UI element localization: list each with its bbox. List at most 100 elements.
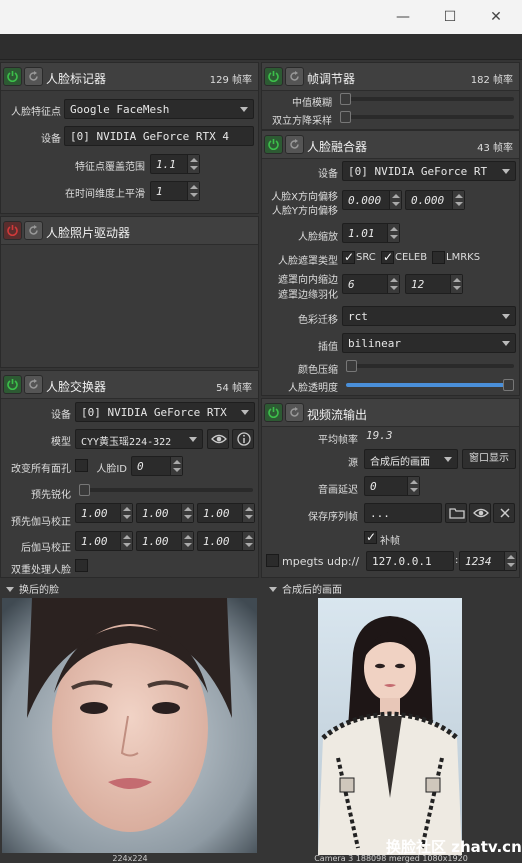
- pre-gamma-g-spinbox[interactable]: 1.00: [136, 503, 194, 523]
- swapped-face-header[interactable]: 换后的脸: [0, 581, 59, 599]
- minimize-button[interactable]: —: [395, 9, 411, 25]
- mask-src-checkbox[interactable]: [342, 250, 355, 264]
- two-pass-checkbox[interactable]: [75, 559, 88, 572]
- panel-title: 人脸标记器: [46, 72, 107, 86]
- mpegts-label: mpegts udp://: [282, 555, 360, 568]
- spin-arrows-icon[interactable]: [242, 532, 254, 550]
- offset-x-spinbox[interactable]: 0.000: [342, 190, 402, 210]
- view-model-button[interactable]: [207, 429, 229, 449]
- slider-handle[interactable]: [340, 93, 351, 105]
- pre-gamma-g-value: 1.00: [142, 507, 169, 520]
- browse-folder-button[interactable]: [445, 503, 467, 523]
- mpegts-checkbox[interactable]: [266, 554, 279, 567]
- spin-arrows-icon[interactable]: [187, 182, 199, 200]
- post-gamma-g-spinbox[interactable]: 1.00: [136, 531, 194, 551]
- model-info-button[interactable]: [232, 429, 254, 449]
- pre-gamma-r-spinbox[interactable]: 1.00: [75, 503, 133, 523]
- panel-header: 人脸照片驱动器: [1, 217, 258, 245]
- address-value: 127.0.0.1: [372, 555, 432, 568]
- fill-frames-checkbox[interactable]: [364, 530, 377, 544]
- median-blur-label: 中值模糊: [292, 98, 332, 109]
- post-gamma-b-spinbox[interactable]: 1.00: [197, 531, 255, 551]
- slider-handle[interactable]: [346, 360, 357, 372]
- interpolation-select[interactable]: bilinear: [342, 333, 516, 353]
- slider-handle[interactable]: [79, 484, 90, 496]
- mask-celeb-checkbox[interactable]: [381, 250, 394, 264]
- presharpen-slider[interactable]: [79, 484, 253, 496]
- folder-icon: [449, 508, 465, 519]
- mask-erode-spinbox[interactable]: 6: [342, 274, 400, 294]
- show-window-button[interactable]: 窗口显示: [462, 449, 516, 469]
- power-button[interactable]: [264, 135, 283, 154]
- device-select[interactable]: [0] NVIDIA GeForce RTX: [75, 402, 255, 422]
- reset-button[interactable]: [24, 67, 43, 86]
- audio-delay-spinbox[interactable]: 0: [364, 476, 420, 496]
- spin-arrows-icon[interactable]: [450, 275, 462, 293]
- bilateral-slider[interactable]: [340, 111, 514, 123]
- interpolation-value: bilinear: [348, 337, 401, 350]
- maximize-button[interactable]: ☐: [442, 9, 458, 25]
- power-button[interactable]: [3, 221, 22, 240]
- spin-arrows-icon[interactable]: [387, 224, 399, 242]
- mask-lmrks-checkbox[interactable]: [432, 251, 445, 264]
- slider-handle[interactable]: [503, 379, 514, 391]
- spin-arrows-icon[interactable]: [504, 552, 516, 570]
- clear-path-button[interactable]: [493, 503, 515, 523]
- fps-readout: 54 帧率: [216, 383, 252, 394]
- power-button[interactable]: [3, 375, 22, 394]
- window-titlebar: — ☐ ✕: [0, 0, 522, 34]
- face-opacity-slider[interactable]: [346, 379, 514, 391]
- device-select[interactable]: [0] NVIDIA GeForce RT: [342, 161, 516, 181]
- spin-arrows-icon[interactable]: [187, 155, 199, 173]
- address-input[interactable]: 127.0.0.1: [366, 551, 454, 571]
- face-opacity-label: 人脸透明度: [288, 383, 338, 394]
- reset-button[interactable]: [285, 403, 304, 422]
- smooth-spinbox[interactable]: 1: [150, 181, 200, 201]
- spin-arrows-icon[interactable]: [120, 504, 132, 522]
- merged-frame-header[interactable]: 合成后的画面: [263, 581, 342, 599]
- landmarks-select[interactable]: Google FaceMesh: [64, 99, 254, 119]
- spin-arrows-icon[interactable]: [387, 275, 399, 293]
- pre-gamma-label: 预先伽马校正: [11, 517, 71, 528]
- power-button[interactable]: [264, 403, 283, 422]
- coverage-spinbox[interactable]: 1.1: [150, 154, 200, 174]
- reset-button[interactable]: [285, 135, 304, 154]
- reset-button[interactable]: [24, 375, 43, 394]
- source-select[interactable]: 合成后的画面: [364, 449, 458, 469]
- close-button[interactable]: ✕: [488, 9, 504, 25]
- interpolation-label: 插值: [318, 342, 338, 353]
- model-select[interactable]: CYY黄玉瑶224-322: [75, 429, 203, 449]
- swap-all-checkbox[interactable]: [75, 459, 88, 472]
- color-transfer-select[interactable]: rct: [342, 306, 516, 326]
- device-select[interactable]: [0] NVIDIA GeForce RTX 4: [64, 126, 254, 146]
- reset-button[interactable]: [285, 67, 304, 86]
- offset-y-spinbox[interactable]: 0.000: [405, 190, 465, 210]
- save-sequence-path[interactable]: ...: [364, 503, 442, 523]
- median-blur-slider[interactable]: [340, 93, 514, 105]
- face-id-spinbox[interactable]: 0: [131, 456, 183, 476]
- avg-fps-value: 19.3: [366, 429, 393, 442]
- spin-arrows-icon[interactable]: [120, 532, 132, 550]
- post-gamma-r-spinbox[interactable]: 1.00: [75, 531, 133, 551]
- swapped-face-image: [2, 598, 257, 853]
- slider-handle[interactable]: [340, 111, 351, 123]
- spin-arrows-icon[interactable]: [389, 191, 401, 209]
- spin-arrows-icon[interactable]: [407, 477, 419, 495]
- spin-arrows-icon[interactable]: [181, 504, 193, 522]
- swapped-face-preview: [2, 598, 257, 853]
- spin-arrows-icon[interactable]: [452, 191, 464, 209]
- power-button[interactable]: [3, 67, 22, 86]
- mask-blur-spinbox[interactable]: 12: [405, 274, 463, 294]
- reset-button[interactable]: [24, 221, 43, 240]
- color-compress-slider[interactable]: [346, 360, 514, 372]
- port-spinbox[interactable]: 1234: [459, 551, 517, 571]
- power-button[interactable]: [264, 67, 283, 86]
- spin-arrows-icon[interactable]: [170, 457, 182, 475]
- face-scale-spinbox[interactable]: 1.01: [342, 223, 400, 243]
- open-folder-button[interactable]: [469, 503, 491, 523]
- pre-gamma-b-spinbox[interactable]: 1.00: [197, 503, 255, 523]
- spin-arrows-icon[interactable]: [242, 504, 254, 522]
- spin-arrows-icon[interactable]: [181, 532, 193, 550]
- panel-header: 帧调节器 182 帧率: [262, 63, 519, 91]
- source-label: 源: [348, 458, 358, 469]
